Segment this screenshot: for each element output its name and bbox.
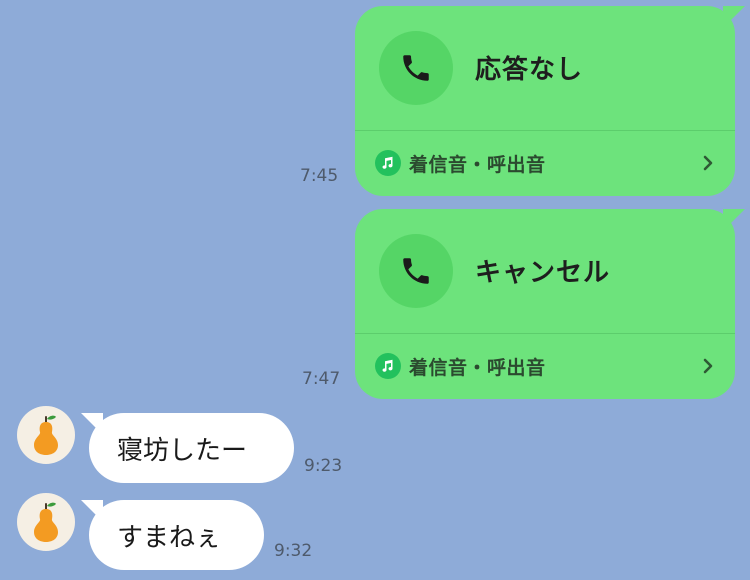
call-icon-circle [379, 234, 453, 308]
pear-icon [34, 502, 58, 542]
message-time: 7:45 [300, 166, 339, 186]
incoming-message-bubble[interactable]: 寝坊したー [89, 413, 294, 483]
call-status-title: キャンセル [475, 258, 611, 288]
call-card-cancelled[interactable]: キャンセル 着信音・呼出音 [355, 209, 735, 399]
divider [355, 333, 735, 334]
phone-icon [403, 258, 429, 284]
call-card-no-answer[interactable]: 応答なし 着信音・呼出音 [355, 6, 735, 196]
call-status-title: 応答なし [475, 55, 584, 85]
avatar[interactable] [17, 406, 75, 464]
divider [355, 130, 735, 131]
avatar[interactable] [17, 493, 75, 551]
ringtone-link[interactable]: 着信音・呼出音 [375, 349, 715, 383]
music-note-icon [375, 353, 401, 379]
phone-icon [403, 55, 429, 81]
message-time: 7:47 [302, 369, 341, 389]
ringtone-label: 着信音・呼出音 [409, 356, 546, 379]
music-note-icon [375, 150, 401, 176]
message-time: 9:23 [304, 456, 343, 476]
chevron-right-icon [701, 154, 715, 172]
message-text: すまねぇ [117, 522, 222, 553]
ringtone-label: 着信音・呼出音 [409, 153, 546, 176]
message-time: 9:32 [274, 541, 313, 561]
pear-icon [34, 415, 58, 455]
message-text: 寝坊したー [117, 435, 248, 466]
ringtone-link[interactable]: 着信音・呼出音 [375, 146, 715, 180]
call-icon-circle [379, 31, 453, 105]
incoming-message-bubble[interactable]: すまねぇ [89, 500, 264, 570]
chevron-right-icon [701, 357, 715, 375]
